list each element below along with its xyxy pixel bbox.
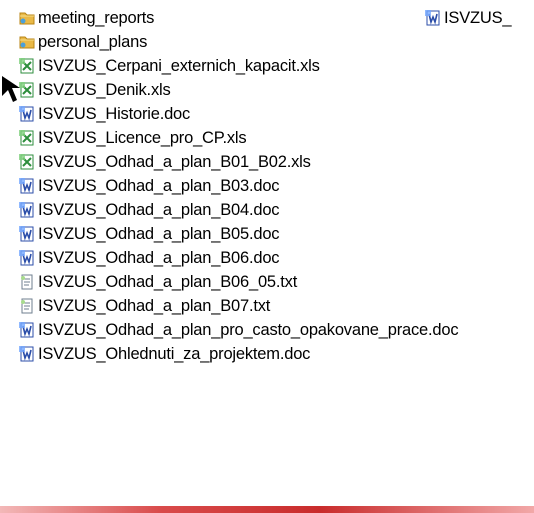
file-item-b06-05-txt[interactable]: ISVZUS_Odhad_a_plan_B06_05.txt: [18, 270, 297, 294]
file-item-b05[interactable]: ISVZUS_Odhad_a_plan_B05.doc: [18, 222, 280, 246]
text-file-icon: [21, 298, 33, 314]
word-file-icon: [19, 250, 34, 266]
excel-file-icon: [19, 58, 34, 74]
file-name: ISVZUS_Odhad_a_plan_B04.doc: [38, 201, 280, 219]
file-name: ISVZUS_Historie.doc: [38, 105, 191, 123]
word-file-icon: [19, 346, 34, 362]
file-list: meeting_reports personal_plans ISVZUS_Ce…: [0, 0, 534, 513]
file-item-b06[interactable]: ISVZUS_Odhad_a_plan_B06.doc: [18, 246, 280, 270]
word-file-icon: [19, 178, 34, 194]
word-file-icon: [19, 202, 34, 218]
file-name: ISVZUS_Licence_pro_CP.xls: [38, 129, 247, 147]
file-name: ISVZUS_Cerpani_externich_kapacit.xls: [38, 57, 320, 75]
file-name: ISVZUS_Odhad_a_plan_B06.doc: [38, 249, 280, 267]
word-file-icon: [19, 226, 34, 242]
file-item-b07-txt[interactable]: ISVZUS_Odhad_a_plan_B07.txt: [18, 294, 270, 318]
file-item-cerpani-externich-kapacit[interactable]: ISVZUS_Cerpani_externich_kapacit.xls: [18, 54, 320, 78]
file-name: ISVZUS_Odhad_a_plan_B07.txt: [38, 297, 271, 315]
text-file-icon: [21, 274, 33, 290]
mouse-cursor-icon: [2, 76, 20, 102]
file-item-licence-pro-cp[interactable]: ISVZUS_Licence_pro_CP.xls: [18, 126, 247, 150]
file-item-b04[interactable]: ISVZUS_Odhad_a_plan_B04.doc: [18, 198, 280, 222]
file-name: personal_plans: [38, 33, 148, 51]
word-file-icon: [19, 322, 34, 338]
file-item-b03[interactable]: ISVZUS_Odhad_a_plan_B03.doc: [18, 174, 280, 198]
file-name: ISVZUS_Odhad_a_plan_B03.doc: [38, 177, 280, 195]
bottom-band: [0, 506, 534, 513]
file-name: ISVZUS_Denik.xls: [38, 81, 171, 99]
file-item-pro-casto-opakovane-prace[interactable]: ISVZUS_Odhad_a_plan_pro_casto_opakovane_…: [18, 318, 459, 342]
file-item-historie[interactable]: ISVZUS_Historie.doc: [18, 102, 190, 126]
file-item-meeting-reports[interactable]: meeting_reports: [18, 6, 154, 30]
excel-file-icon: [19, 130, 34, 146]
file-item-denik[interactable]: ISVZUS_Denik.xls: [18, 78, 171, 102]
file-name: ISVZUS_Odhad_a_plan_pro_casto_opakovane_…: [38, 321, 459, 339]
file-name: meeting_reports: [38, 9, 155, 27]
word-file-icon: [425, 10, 440, 26]
file-name: ISVZUS_Ohlednuti_za_projektem.doc: [38, 345, 311, 363]
excel-file-icon: [19, 154, 34, 170]
file-name: ISVZUS_: [444, 9, 512, 27]
file-name: ISVZUS_Odhad_a_plan_B01_B02.xls: [38, 153, 311, 171]
file-name: ISVZUS_Odhad_a_plan_B05.doc: [38, 225, 280, 243]
file-item-b01-b02[interactable]: ISVZUS_Odhad_a_plan_B01_B02.xls: [18, 150, 311, 174]
file-name: ISVZUS_Odhad_a_plan_B06_05.txt: [38, 273, 298, 291]
file-item-ohlednuti-za-projektem[interactable]: ISVZUS_Ohlednuti_za_projektem.doc: [18, 342, 310, 366]
file-item-personal-plans[interactable]: personal_plans: [18, 30, 147, 54]
folder-icon: [19, 12, 35, 25]
file-item-second-column[interactable]: ISVZUS_: [424, 6, 512, 30]
folder-icon: [19, 36, 35, 49]
